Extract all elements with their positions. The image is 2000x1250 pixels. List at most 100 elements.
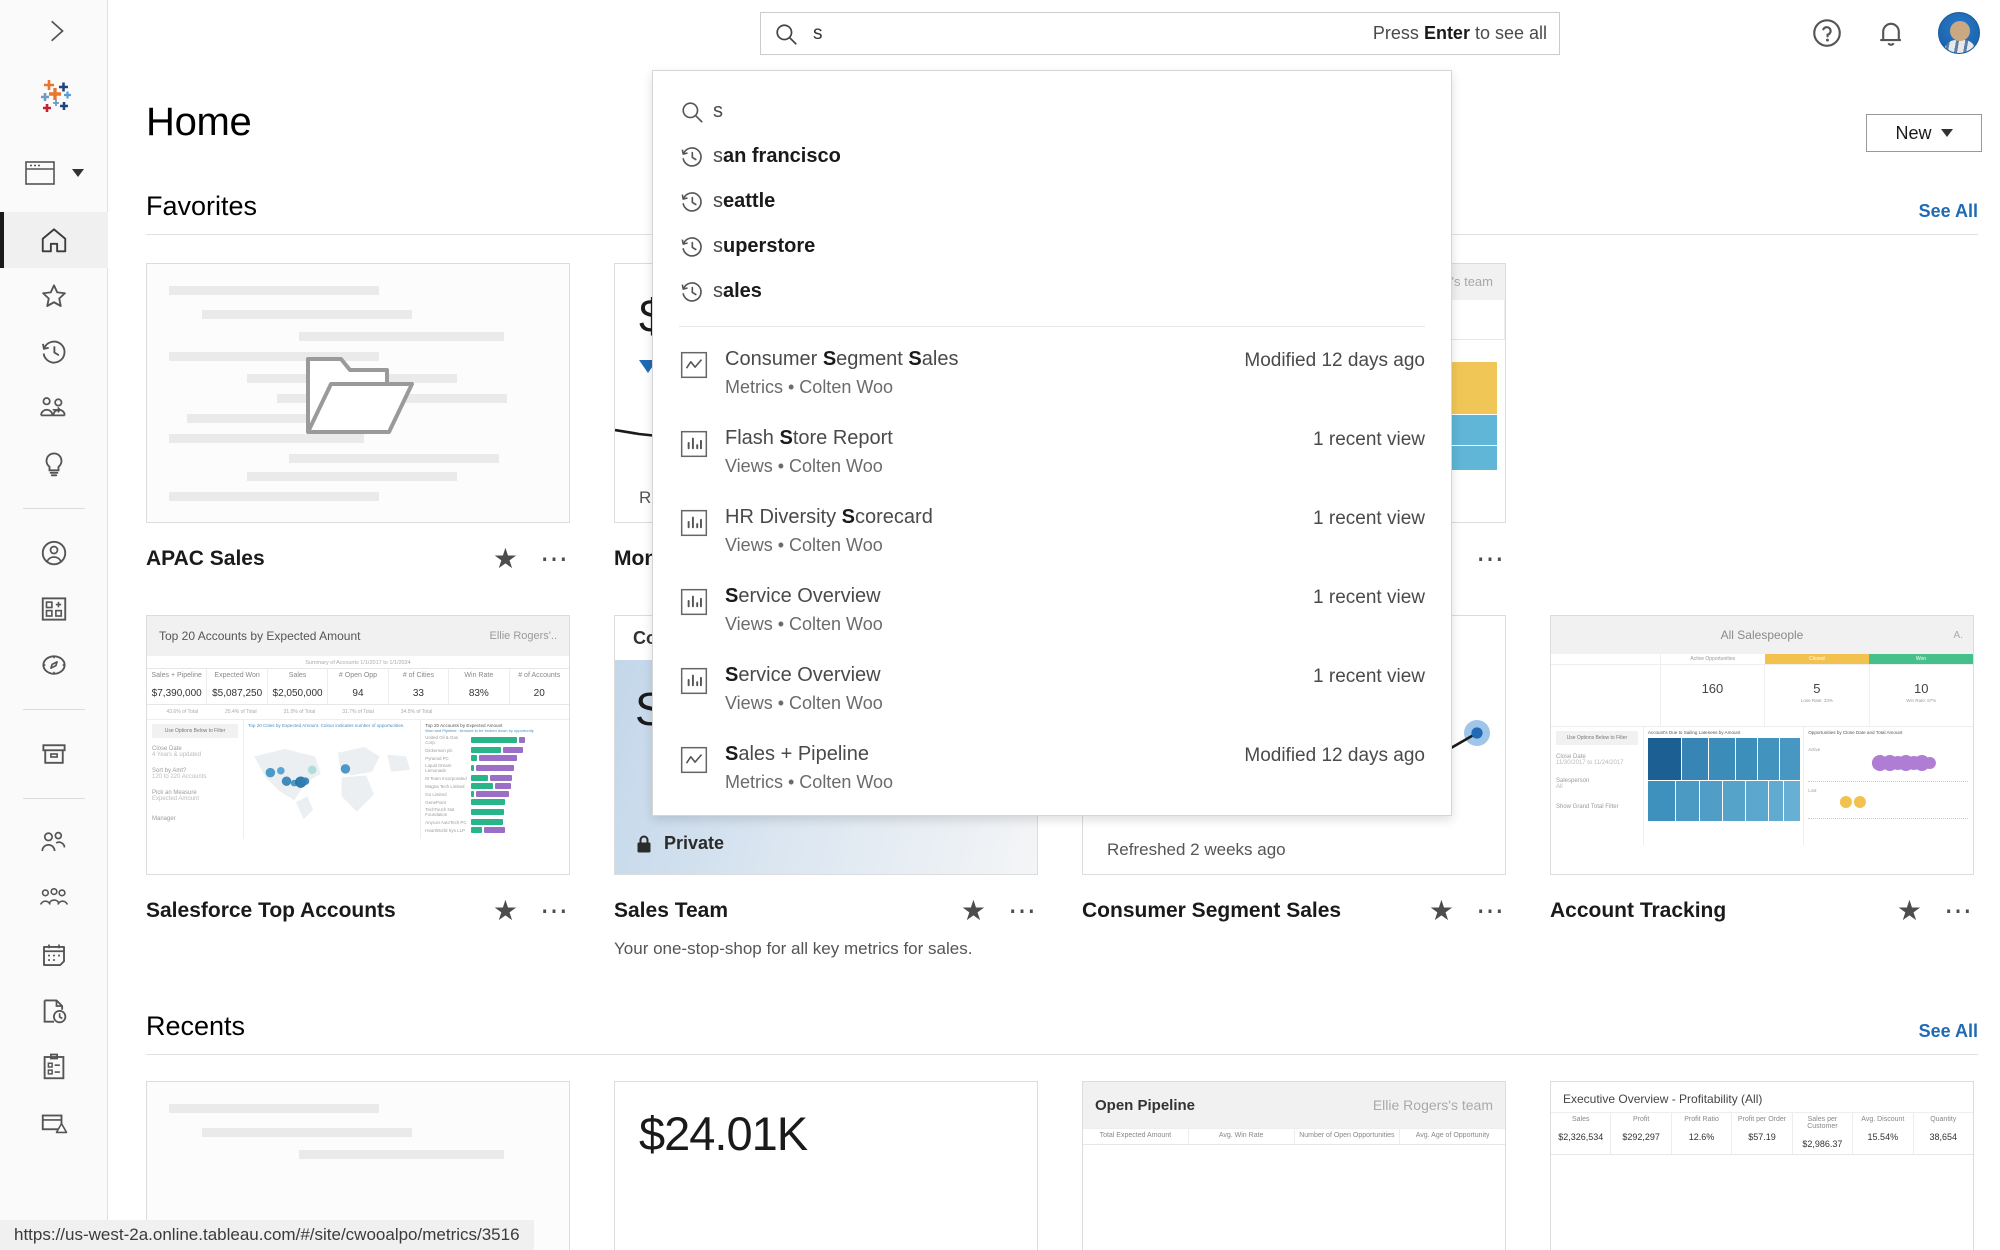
favorite-star-icon[interactable]: ★	[961, 897, 986, 925]
search-result-item[interactable]: Sales + PipelineMetrics • Colten WooModi…	[653, 728, 1451, 807]
sidebar-item-shared-with-me[interactable]	[0, 380, 108, 436]
enter-hint-prefix: Press	[1373, 23, 1424, 43]
compass-icon	[39, 650, 69, 680]
rail-divider-3	[23, 798, 85, 799]
result-meta: 1 recent view	[1313, 505, 1425, 530]
left-nav-rail	[0, 0, 108, 1250]
sidebar-item-schedules[interactable]	[0, 927, 108, 983]
result-body: Consumer Segment SalesMetrics • Colten W…	[725, 347, 1244, 398]
card-menu-icon[interactable]: ⋯	[1476, 545, 1506, 573]
tableau-logo[interactable]	[0, 62, 107, 134]
recent-card-executive-overview[interactable]: Executive Overview - Profitability (All)…	[1550, 1081, 1974, 1250]
history-icon	[679, 279, 705, 305]
sidebar-item-tasks[interactable]	[0, 983, 108, 1039]
thumbnail-dashboard[interactable]: All Salespeople A. Active Opportunities …	[1550, 615, 1974, 875]
kpi-cell: Expected Won$5,087,250	[207, 669, 267, 704]
thumbnail-metric[interactable]: $24.01K	[614, 1081, 1038, 1250]
thumbnail-dashboard[interactable]: Top 20 Accounts by Expected Amount Ellie…	[146, 615, 570, 875]
help-circle-icon[interactable]	[1810, 16, 1844, 50]
home-icon	[39, 225, 69, 255]
favorite-star-icon[interactable]: ★	[493, 897, 518, 925]
sidebar-item-favorites[interactable]	[0, 268, 108, 324]
card-menu-icon[interactable]: ⋯	[1008, 897, 1038, 925]
card-salesforce-top-accounts[interactable]: Top 20 Accounts by Expected Amount Ellie…	[146, 615, 570, 959]
kpi-label: Avg. Discount	[1853, 1116, 1912, 1123]
sidebar-item-recents[interactable]	[0, 324, 108, 380]
kpi-label: Profit per Order	[1732, 1116, 1791, 1123]
mini-map: Top 20 Cities by Expected Amount. Colour…	[244, 720, 421, 839]
card-apac-sales[interactable]: APAC Sales ★ ⋯	[146, 263, 570, 573]
card-footer: Consumer Segment Sales ★ ⋯	[1082, 897, 1506, 925]
card-menu-icon[interactable]: ⋯	[540, 545, 570, 573]
sidebar-item-home[interactable]	[0, 212, 108, 268]
search-suggestion-item[interactable]: seattle	[653, 179, 1451, 224]
history-icon	[679, 144, 705, 170]
history-icon	[679, 189, 713, 215]
favorites-see-all-link[interactable]: See All	[1919, 201, 1978, 222]
card-menu-icon[interactable]: ⋯	[1944, 897, 1974, 925]
view-bar-icon	[679, 505, 725, 543]
kpi-value: $2,326,534	[1551, 1132, 1610, 1142]
thumbnail-folder[interactable]	[146, 263, 570, 523]
recent-card-monthly-profit[interactable]: $24.01K	[614, 1081, 1038, 1250]
card-account-tracking[interactable]: All Salespeople A. Active Opportunities …	[1550, 615, 1974, 959]
search-result-item[interactable]: Consumer Segment SalesMetrics • Colten W…	[653, 333, 1451, 412]
search-icon	[773, 21, 799, 47]
avatar[interactable]	[1938, 12, 1980, 54]
viz-owner: Ellie Rogers'..	[489, 630, 557, 642]
sidebar-item-jobs[interactable]	[0, 1039, 108, 1095]
result-meta: 1 recent view	[1313, 584, 1425, 609]
header-icon-group	[1810, 12, 1980, 54]
scatter-active	[1808, 752, 1968, 774]
result-title: Flash Store Report	[725, 427, 893, 449]
card-menu-icon[interactable]: ⋯	[1476, 897, 1506, 925]
search-input[interactable]	[813, 23, 1365, 45]
privacy-badge: Private	[635, 833, 724, 854]
search-result-item[interactable]: Service OverviewViews • Colten Woo1 rece…	[653, 649, 1451, 728]
search-suggestion-item[interactable]: superstore	[653, 224, 1451, 269]
kpi-cell: Sales$2,050,000	[268, 669, 328, 704]
kpi-value: $292,297	[1611, 1132, 1670, 1142]
sidebar-item-groups[interactable]	[0, 871, 108, 927]
view-bar-icon	[679, 663, 725, 701]
thumbnail-dashboard[interactable]: Executive Overview - Profitability (All)…	[1550, 1081, 1974, 1250]
search-suggestion-item[interactable]: sales	[653, 269, 1451, 314]
window-alert-icon	[39, 1108, 69, 1138]
enter-hint-suffix: to see all	[1470, 23, 1547, 43]
search-bar[interactable]: Press Enter to see all	[760, 12, 1560, 55]
result-title: Consumer Segment Sales	[725, 348, 958, 370]
thumbnail-dashboard[interactable]: Open Pipeline Ellie Rogers's team Total …	[1082, 1081, 1506, 1250]
recent-card-open-pipeline[interactable]: Open Pipeline Ellie Rogers's team Total …	[1082, 1081, 1506, 1250]
favorite-star-icon[interactable]: ★	[493, 545, 518, 573]
search-result-item[interactable]: Service OverviewViews • Colten Woo1 rece…	[653, 570, 1451, 649]
view-bar-icon	[679, 584, 725, 622]
search-result-item[interactable]: HR Diversity ScorecardViews • Colten Woo…	[653, 491, 1451, 570]
result-title: Service Overview	[725, 664, 881, 686]
search-suggestion-item[interactable]: s	[653, 89, 1451, 134]
kpi-value: 38,654	[1914, 1132, 1973, 1142]
kpi-label: Sales	[1551, 1116, 1610, 1123]
view-bar-icon	[679, 429, 709, 459]
result-title: Sales + Pipeline	[725, 743, 869, 765]
sidebar-item-recommendations[interactable]	[0, 436, 108, 492]
card-menu-icon[interactable]: ⋯	[540, 897, 570, 925]
sidebar-item-explore[interactable]	[0, 637, 108, 693]
sidebar-item-site-status[interactable]	[0, 1095, 108, 1151]
expand-nav-button[interactable]	[0, 0, 107, 62]
sidebar-item-collections[interactable]	[0, 581, 108, 637]
new-button[interactable]: New	[1866, 114, 1982, 152]
sidebar-item-personal-space[interactable]	[0, 525, 108, 581]
viz-title: Open Pipeline	[1095, 1097, 1195, 1114]
sidebar-item-external-assets[interactable]	[0, 726, 108, 782]
sidebar-item-users[interactable]	[0, 815, 108, 871]
search-suggestion-item[interactable]: san francisco	[653, 134, 1451, 179]
workbook-switcher[interactable]	[0, 134, 107, 212]
kpi-value: $57.19	[1732, 1132, 1791, 1142]
two-people-icon	[38, 828, 70, 858]
recents-see-all-link[interactable]: See All	[1919, 1021, 1978, 1042]
result-body: Service OverviewViews • Colten Woo	[725, 584, 1313, 635]
bell-icon[interactable]	[1874, 16, 1908, 50]
favorite-star-icon[interactable]: ★	[1897, 897, 1922, 925]
favorite-star-icon[interactable]: ★	[1429, 897, 1454, 925]
search-result-item[interactable]: Flash Store ReportViews • Colten Woo1 re…	[653, 412, 1451, 491]
